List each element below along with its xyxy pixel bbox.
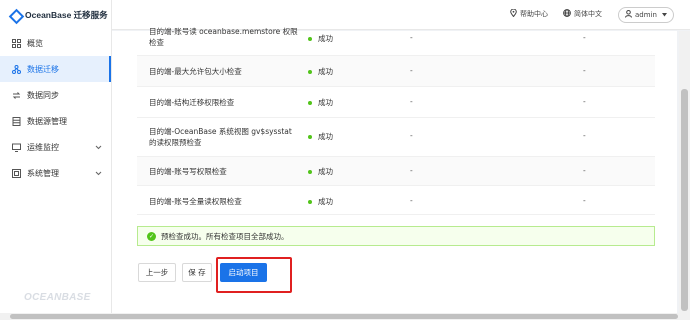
user-name: admin [635, 11, 657, 19]
status-success: 成功 [308, 131, 333, 142]
chevron-down-icon [95, 143, 102, 152]
save-button[interactable]: 保 存 [182, 263, 212, 282]
sidebar-item-datasource[interactable]: 数据源管理 [0, 108, 111, 134]
status-success: 成功 [308, 97, 333, 108]
check-suggestion: - [583, 66, 586, 75]
check-detail: - [410, 33, 413, 42]
sidebar-item-data-migration[interactable]: 数据迁移 [0, 56, 111, 82]
sidebar-item-ops-monitor[interactable]: 运维监控 [0, 134, 111, 160]
database-icon [11, 116, 21, 126]
check-detail: - [410, 66, 413, 75]
check-item-name: 目的端-账号读 oceanbase.memstore 权限 检查 [149, 26, 298, 48]
sidebar-item-label: 系统管理 [27, 168, 59, 178]
status-label: 成功 [318, 67, 333, 76]
check-detail: - [410, 131, 413, 140]
grid-icon [11, 38, 21, 48]
sidebar-item-label: 数据迁移 [27, 64, 59, 74]
sync-icon [11, 90, 21, 100]
check-detail: - [410, 196, 413, 205]
table-row: 目的端-账号读 oceanbase.memstore 权限 检查 成功 - - [137, 27, 655, 56]
help-center-link[interactable]: 帮助中心 [510, 8, 548, 19]
chevron-down-icon [95, 169, 102, 178]
sidebar-item-label: 数据同步 [27, 90, 59, 100]
check-circle-icon: ✓ [147, 231, 156, 241]
monitor-icon [11, 142, 21, 152]
vertical-scrollbar[interactable] [679, 31, 690, 313]
check-item-name-line: 目的端-账号读 oceanbase.memstore 权限 [149, 27, 298, 36]
horizontal-scrollbar[interactable] [0, 313, 690, 320]
globe-icon [563, 9, 571, 19]
check-item-name: 目的端-结构迁移权限检查 [149, 98, 235, 107]
check-suggestion: - [583, 131, 586, 140]
status-label: 成功 [318, 132, 333, 141]
user-menu[interactable]: admin [618, 7, 674, 23]
status-success: 成功 [308, 66, 333, 77]
status-dot-icon [308, 69, 312, 74]
logo[interactable]: OceanBase 迁移服务 [0, 0, 111, 30]
table-row: 目的端-账号全量读权限检查 成功 - - [137, 186, 655, 215]
horizontal-scrollbar-thumb[interactable] [10, 314, 678, 319]
status-dot-icon [308, 169, 312, 174]
table-row: 目的端-OceanBase 系统视图 gv$sysstat 的读权限预检查 成功… [137, 118, 655, 157]
check-detail: - [410, 166, 413, 175]
table-row: 目的端-账号写权限检查 成功 - - [137, 157, 655, 186]
location-pin-icon [510, 8, 517, 19]
status-success: 成功 [308, 33, 333, 44]
status-dot-icon [308, 199, 312, 204]
status-success: 成功 [308, 196, 333, 207]
precheck-panel: 目的端-账号读 oceanbase.memstore 权限 检查 成功 - - … [112, 27, 677, 313]
check-detail: - [410, 97, 413, 106]
language-switcher[interactable]: 简体中文 [563, 9, 602, 19]
status-success: 成功 [308, 166, 333, 177]
system-icon [11, 168, 21, 178]
highlight-annotation [216, 257, 292, 293]
migrate-icon [11, 64, 21, 74]
user-icon [625, 10, 632, 20]
sidebar-item-overview[interactable]: 概览 [0, 30, 111, 56]
table-row: 目的端-最大允许包大小检查 成功 - - [137, 56, 655, 87]
status-dot-icon [308, 134, 312, 139]
check-suggestion: - [583, 166, 586, 175]
status-label: 成功 [318, 197, 333, 206]
sidebar-item-label: 数据源管理 [27, 116, 67, 126]
caret-down-icon [661, 11, 667, 19]
check-item-name: 目的端-账号全量读权限检查 [149, 197, 242, 206]
table-row: 目的端-结构迁移权限检查 成功 - - [137, 87, 655, 118]
sidebar-item-label: 运维监控 [27, 142, 59, 152]
status-dot-icon [308, 36, 312, 41]
check-item-name: 目的端-最大允许包大小检查 [149, 67, 242, 76]
status-label: 成功 [318, 34, 333, 43]
status-dot-icon [308, 100, 312, 105]
vertical-scrollbar-thumb[interactable] [681, 89, 688, 311]
check-item-name-line: 检查 [149, 38, 164, 47]
check-item-name: 目的端-OceanBase 系统视图 gv$sysstat 的读权限预检查 [149, 126, 292, 148]
check-item-name-line: 的读权限预检查 [149, 138, 202, 147]
language-label: 简体中文 [574, 10, 602, 18]
precheck-success-alert: ✓ 预检查成功。所有检查项目全部成功。 [137, 226, 655, 246]
alert-text: 预检查成功。所有检查项目全部成功。 [161, 231, 289, 241]
watermark-logo: OCEANBASE [24, 292, 91, 303]
status-label: 成功 [318, 98, 333, 107]
sidebar-nav: 概览 数据迁移 数据同步 数据源管理 运维监控 系统管理 [0, 30, 111, 186]
help-center-label: 帮助中心 [520, 10, 548, 18]
sidebar: OceanBase 迁移服务 概览 数据迁移 数据同步 数据源管理 运维监控 系… [0, 0, 112, 320]
prev-step-button[interactable]: 上一步 [138, 263, 176, 282]
check-suggestion: - [583, 97, 586, 106]
check-item-name-line: 目的端-OceanBase 系统视图 gv$sysstat [149, 127, 292, 136]
check-suggestion: - [583, 33, 586, 42]
sidebar-item-system-admin[interactable]: 系统管理 [0, 160, 111, 186]
check-suggestion: - [583, 196, 586, 205]
status-label: 成功 [318, 167, 333, 176]
check-item-name: 目的端-账号写权限检查 [149, 167, 227, 176]
logo-icon [10, 10, 21, 21]
sidebar-item-label: 概览 [27, 38, 43, 48]
logo-text: OceanBase 迁移服务 [25, 10, 108, 20]
sidebar-item-data-sync[interactable]: 数据同步 [0, 82, 111, 108]
